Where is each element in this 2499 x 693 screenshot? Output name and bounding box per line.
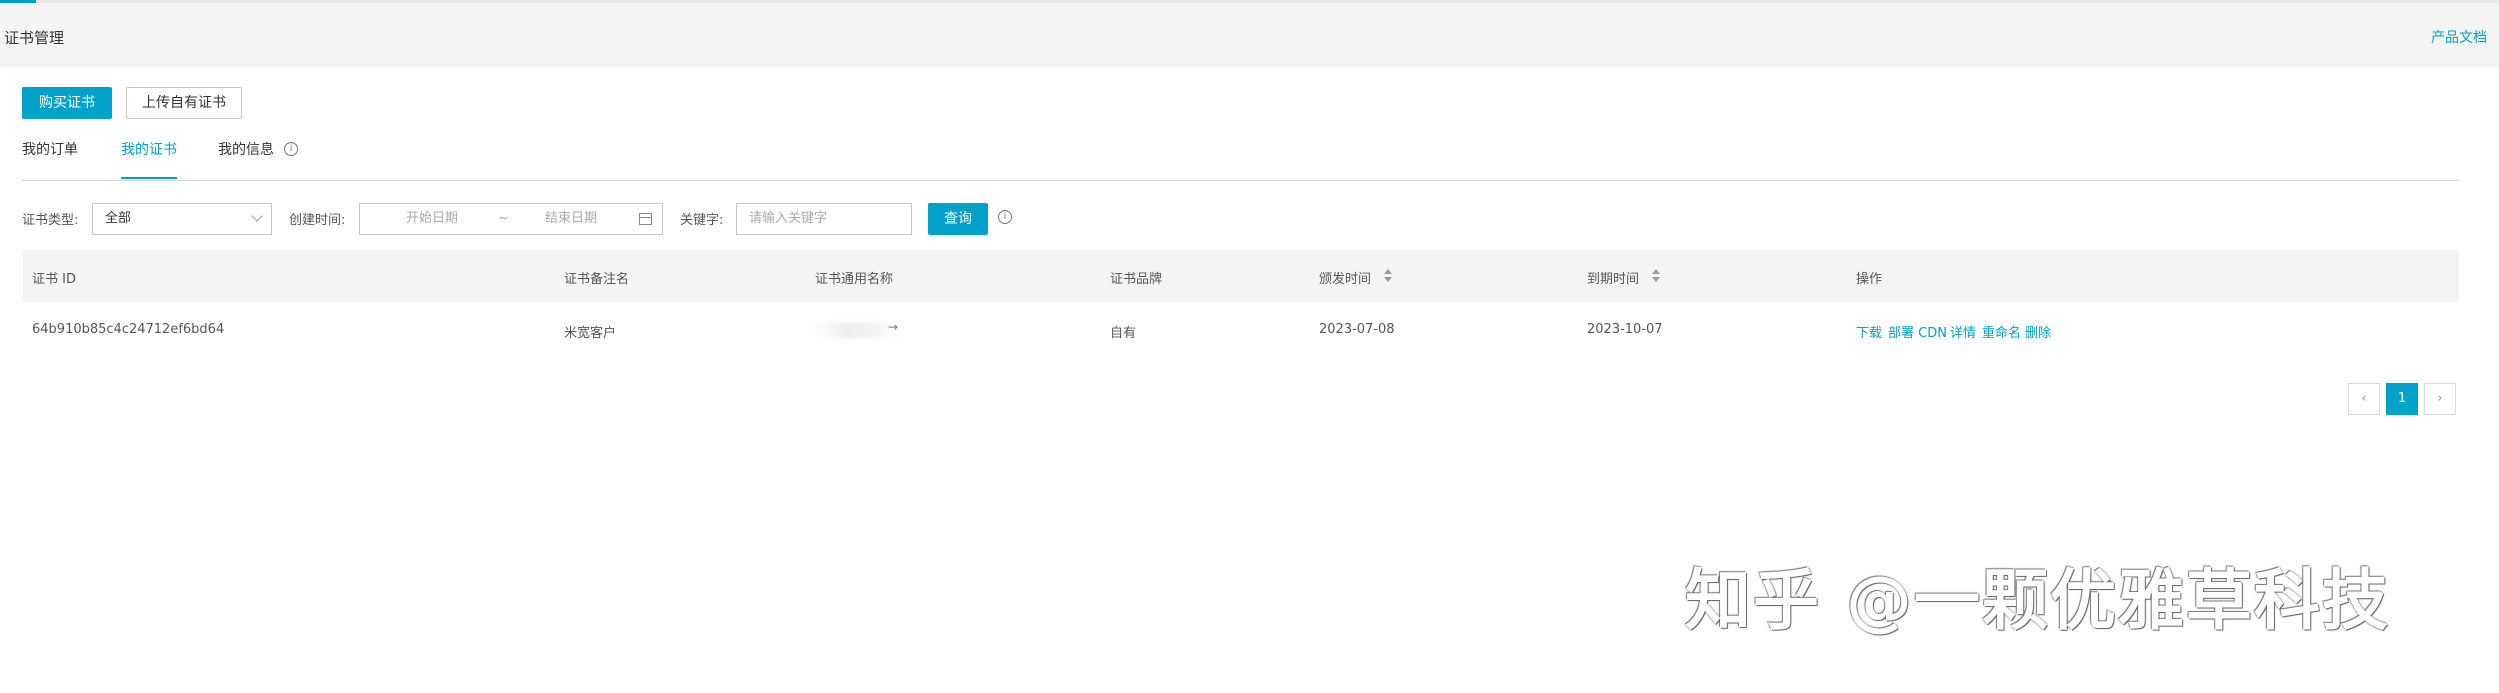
main-panel: 购买证书 上传自有证书 我的订单 我的证书 我的信息 i 证书类型: 全部 创建… [0, 67, 2499, 693]
redacted-arrow-icon: → [888, 320, 899, 334]
tab-my-orders[interactable]: 我的订单 [22, 139, 78, 159]
buy-certificate-button[interactable]: 购买证书 [22, 87, 112, 119]
page-title: 证书管理 [4, 29, 65, 47]
cert-type-label: 证书类型: [22, 213, 79, 228]
delete-link[interactable]: 删除 [2025, 322, 2051, 341]
product-docs-link[interactable]: 产品文档 [2431, 27, 2487, 47]
upload-certificate-button[interactable]: 上传自有证书 [126, 87, 242, 119]
cell-issued: 2023-07-08 [1319, 322, 1395, 337]
sort-issued-icon[interactable] [1384, 268, 1392, 282]
tab-bar [22, 139, 2459, 181]
deploy-cdn-link[interactable]: 部署 CDN [1888, 322, 1947, 341]
created-time-label: 创建时间: [289, 213, 346, 228]
cell-cert-id: 64b910b85c4c24712ef6bd64 [32, 322, 225, 337]
col-cert-id: 证书 ID [32, 272, 76, 287]
col-expires[interactable]: 到期时间 [1587, 268, 1639, 287]
keyword-label: 关键字: [680, 213, 724, 228]
rename-link[interactable]: 重命名 [1982, 322, 2021, 341]
keyword-input[interactable]: 请输入关键字 [736, 203, 912, 235]
col-issued[interactable]: 颁发时间 [1319, 268, 1371, 287]
next-page-button[interactable]: › [2424, 383, 2456, 415]
tab-my-info[interactable]: 我的信息 [218, 139, 274, 159]
watermark: 知乎 @一颗优雅草科技 [1685, 562, 2390, 639]
start-date-input[interactable]: 开始日期 [406, 204, 458, 234]
cert-type-value: 全部 [105, 211, 132, 226]
cell-remark: 米宽客户 [564, 326, 617, 341]
details-link[interactable]: 详情 [1950, 322, 1976, 341]
sort-expires-icon[interactable] [1652, 268, 1660, 282]
search-button[interactable]: 查询 [928, 203, 988, 235]
cert-type-select[interactable]: 全部 [92, 203, 272, 235]
chevron-down-icon [251, 210, 263, 222]
cell-expires: 2023-10-07 [1587, 322, 1663, 337]
col-common-name: 证书通用名称 [815, 272, 894, 287]
page-header: 证书管理 产品文档 [0, 3, 2499, 67]
date-range-picker[interactable]: 开始日期 ~ 结束日期 [359, 203, 663, 235]
date-range-separator: ~ [498, 211, 509, 226]
active-tab-indicator [121, 177, 177, 179]
page-1-button[interactable]: 1 [2386, 383, 2418, 415]
prev-page-button[interactable]: ‹ [2348, 383, 2380, 415]
col-actions: 操作 [1856, 272, 1883, 287]
col-brand: 证书品牌 [1110, 272, 1163, 287]
search-info-icon[interactable]: i [998, 210, 1012, 224]
tab-my-certificates[interactable]: 我的证书 [121, 139, 177, 159]
end-date-input[interactable]: 结束日期 [545, 204, 597, 234]
keyword-placeholder: 请输入关键字 [749, 211, 828, 226]
table-header [23, 250, 2459, 302]
col-remark: 证书备注名 [564, 272, 630, 287]
cell-brand: 自有 [1110, 326, 1137, 341]
calendar-icon [639, 213, 652, 225]
download-link[interactable]: 下载 [1856, 322, 1882, 341]
info-icon[interactable]: i [284, 142, 298, 156]
